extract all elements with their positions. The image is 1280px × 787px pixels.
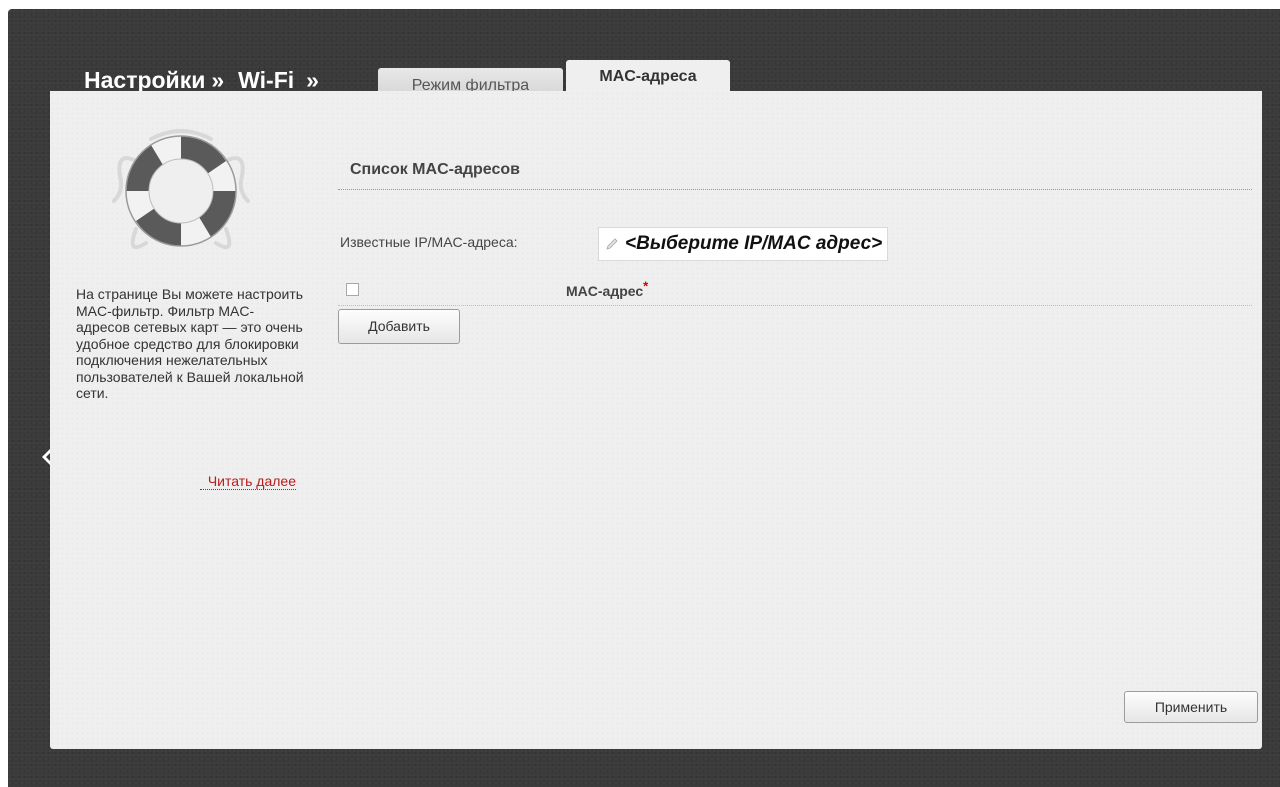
lifebuoy-icon — [112, 129, 250, 250]
breadcrumb-separator: » — [306, 67, 319, 93]
breadcrumb: Настройки» Wi-Fi» — [84, 67, 333, 96]
required-asterisk: * — [643, 278, 649, 294]
breadcrumb-wifi: Wi-Fi — [238, 67, 295, 93]
read-more-link[interactable]: Читать далее — [200, 473, 296, 490]
column-header-mac: MAC-адрес* — [566, 279, 648, 299]
known-addresses-label: Известные IP/MAC-адреса: — [340, 234, 518, 250]
table-divider — [338, 305, 1252, 306]
section-title: Список MAC-адресов — [350, 161, 520, 178]
pencil-icon — [606, 238, 618, 250]
help-description: На странице Вы можете настроить MAC-филь… — [76, 286, 304, 401]
known-addresses-placeholder: <Выберите IP/MAC адрес> — [625, 233, 883, 254]
known-addresses-select[interactable]: <Выберите IP/MAC адрес> — [598, 227, 888, 261]
select-all-checkbox[interactable] — [346, 283, 359, 296]
main-content: Список MAC-адресов Известные IP/MAC-адре… — [336, 91, 1262, 749]
column-header-mac-label: MAC-адрес — [566, 283, 644, 299]
add-button[interactable]: Добавить — [338, 309, 460, 344]
content-panel: На странице Вы можете настроить MAC-филь… — [50, 91, 1262, 749]
breadcrumb-separator: » — [211, 67, 225, 93]
section-divider — [338, 189, 1252, 190]
help-sidebar: На странице Вы можете настроить MAC-филь… — [50, 91, 310, 749]
apply-button[interactable]: Применить — [1124, 691, 1258, 723]
